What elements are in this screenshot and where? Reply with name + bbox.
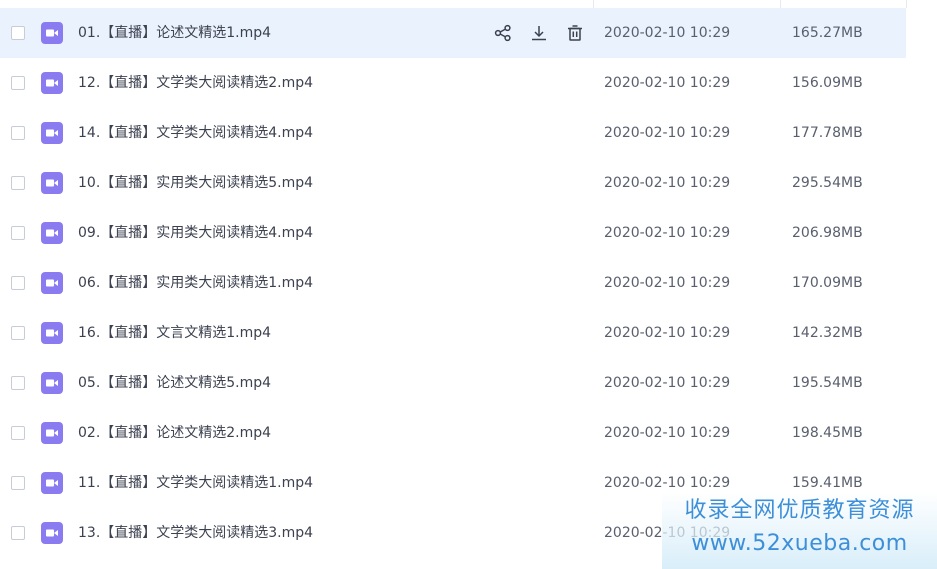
file-date: 2020-02-10 10:29 bbox=[604, 25, 731, 41]
file-date: 2020-02-10 10:29 bbox=[604, 325, 731, 341]
video-file-icon bbox=[40, 171, 64, 195]
video-file-icon bbox=[40, 221, 64, 245]
file-size: 206.98MB bbox=[792, 225, 863, 241]
file-row[interactable]: 12.【直播】文学类大阅读精选2.mp4 2020-02-10 10:29 156.… bbox=[0, 58, 906, 108]
file-date: 2020-02-10 10:29 bbox=[604, 525, 731, 541]
file-size: 159.41MB bbox=[792, 475, 863, 491]
file-size: 177.78MB bbox=[792, 125, 863, 141]
video-file-icon bbox=[40, 271, 64, 295]
file-date: 2020-02-10 10:29 bbox=[604, 125, 731, 141]
file-date: 2020-02-10 10:29 bbox=[604, 475, 731, 491]
video-file-icon bbox=[40, 321, 64, 345]
file-name[interactable]: 02.【直播】论述文精选2.mp4 bbox=[78, 408, 271, 458]
column-divider bbox=[593, 0, 594, 8]
download-icon[interactable] bbox=[528, 21, 550, 45]
file-row[interactable]: 01.【直播】论述文精选1.mp4 2020-02-10 10:29 165.27M… bbox=[0, 8, 906, 58]
file-name[interactable]: 16.【直播】文言文精选1.mp4 bbox=[78, 308, 271, 358]
file-size: 142.32MB bbox=[792, 325, 863, 341]
file-size: 170.09MB bbox=[792, 275, 863, 291]
file-list-page: 01.【直播】论述文精选1.mp4 2020-02-10 10:29 165.27M… bbox=[0, 0, 937, 569]
row-checkbox[interactable] bbox=[11, 176, 25, 190]
file-row[interactable]: 05.【直播】论述文精选5.mp4 2020-02-10 10:29 195.54M… bbox=[0, 358, 906, 408]
file-size: 198.45MB bbox=[792, 425, 863, 441]
file-name[interactable]: 06.【直播】实用类大阅读精选1.mp4 bbox=[78, 258, 313, 308]
row-actions bbox=[492, 21, 586, 45]
file-name[interactable]: 10.【直播】实用类大阅读精选5.mp4 bbox=[78, 158, 313, 208]
file-date: 2020-02-10 10:29 bbox=[604, 75, 731, 91]
row-checkbox[interactable] bbox=[11, 376, 25, 390]
row-checkbox[interactable] bbox=[11, 526, 25, 540]
file-name[interactable]: 12.【直播】文学类大阅读精选2.mp4 bbox=[78, 58, 313, 108]
file-date: 2020-02-10 10:29 bbox=[604, 425, 731, 441]
file-row[interactable]: 13.【直播】文学类大阅读精选3.mp4 2020-02-10 10:29 bbox=[0, 508, 906, 558]
file-name[interactable]: 14.【直播】文学类大阅读精选4.mp4 bbox=[78, 108, 313, 158]
video-file-icon bbox=[40, 471, 64, 495]
file-list: 01.【直播】论述文精选1.mp4 2020-02-10 10:29 165.27M… bbox=[0, 8, 906, 558]
file-name[interactable]: 11.【直播】文学类大阅读精选1.mp4 bbox=[78, 458, 313, 508]
row-checkbox[interactable] bbox=[11, 476, 25, 490]
row-checkbox[interactable] bbox=[11, 426, 25, 440]
file-size: 195.54MB bbox=[792, 375, 863, 391]
video-file-icon bbox=[40, 421, 64, 445]
file-size: 156.09MB bbox=[792, 75, 863, 91]
video-file-icon bbox=[40, 371, 64, 395]
row-checkbox[interactable] bbox=[11, 226, 25, 240]
row-checkbox[interactable] bbox=[11, 126, 25, 140]
file-row[interactable]: 09.【直播】实用类大阅读精选4.mp4 2020-02-10 10:29 206.… bbox=[0, 208, 906, 258]
file-row[interactable]: 11.【直播】文学类大阅读精选1.mp4 2020-02-10 10:29 159.… bbox=[0, 458, 906, 508]
file-size: 295.54MB bbox=[792, 175, 863, 191]
file-name[interactable]: 09.【直播】实用类大阅读精选4.mp4 bbox=[78, 208, 313, 258]
file-name[interactable]: 13.【直播】文学类大阅读精选3.mp4 bbox=[78, 508, 313, 558]
row-checkbox[interactable] bbox=[11, 276, 25, 290]
video-file-icon bbox=[40, 121, 64, 145]
file-date: 2020-02-10 10:29 bbox=[604, 225, 731, 241]
file-row[interactable]: 02.【直播】论述文精选2.mp4 2020-02-10 10:29 198.45M… bbox=[0, 408, 906, 458]
row-checkbox[interactable] bbox=[11, 76, 25, 90]
file-date: 2020-02-10 10:29 bbox=[604, 375, 731, 391]
video-file-icon bbox=[40, 21, 64, 45]
column-divider bbox=[780, 0, 781, 8]
row-checkbox[interactable] bbox=[11, 26, 25, 40]
file-row[interactable]: 14.【直播】文学类大阅读精选4.mp4 2020-02-10 10:29 177.… bbox=[0, 108, 906, 158]
file-row[interactable]: 06.【直播】实用类大阅读精选1.mp4 2020-02-10 10:29 170.… bbox=[0, 258, 906, 308]
file-date: 2020-02-10 10:29 bbox=[604, 175, 731, 191]
share-icon[interactable] bbox=[492, 21, 514, 45]
file-date: 2020-02-10 10:29 bbox=[604, 275, 731, 291]
file-row[interactable]: 10.【直播】实用类大阅读精选5.mp4 2020-02-10 10:29 295.… bbox=[0, 158, 906, 208]
trash-icon[interactable] bbox=[564, 21, 586, 45]
file-row[interactable]: 16.【直播】文言文精选1.mp4 2020-02-10 10:29 142.32M… bbox=[0, 308, 906, 358]
row-checkbox[interactable] bbox=[11, 326, 25, 340]
file-size: 165.27MB bbox=[792, 25, 863, 41]
column-divider bbox=[906, 0, 907, 8]
video-file-icon bbox=[40, 71, 64, 95]
file-name[interactable]: 05.【直播】论述文精选5.mp4 bbox=[78, 358, 271, 408]
video-file-icon bbox=[40, 521, 64, 545]
file-name[interactable]: 01.【直播】论述文精选1.mp4 bbox=[78, 8, 271, 58]
